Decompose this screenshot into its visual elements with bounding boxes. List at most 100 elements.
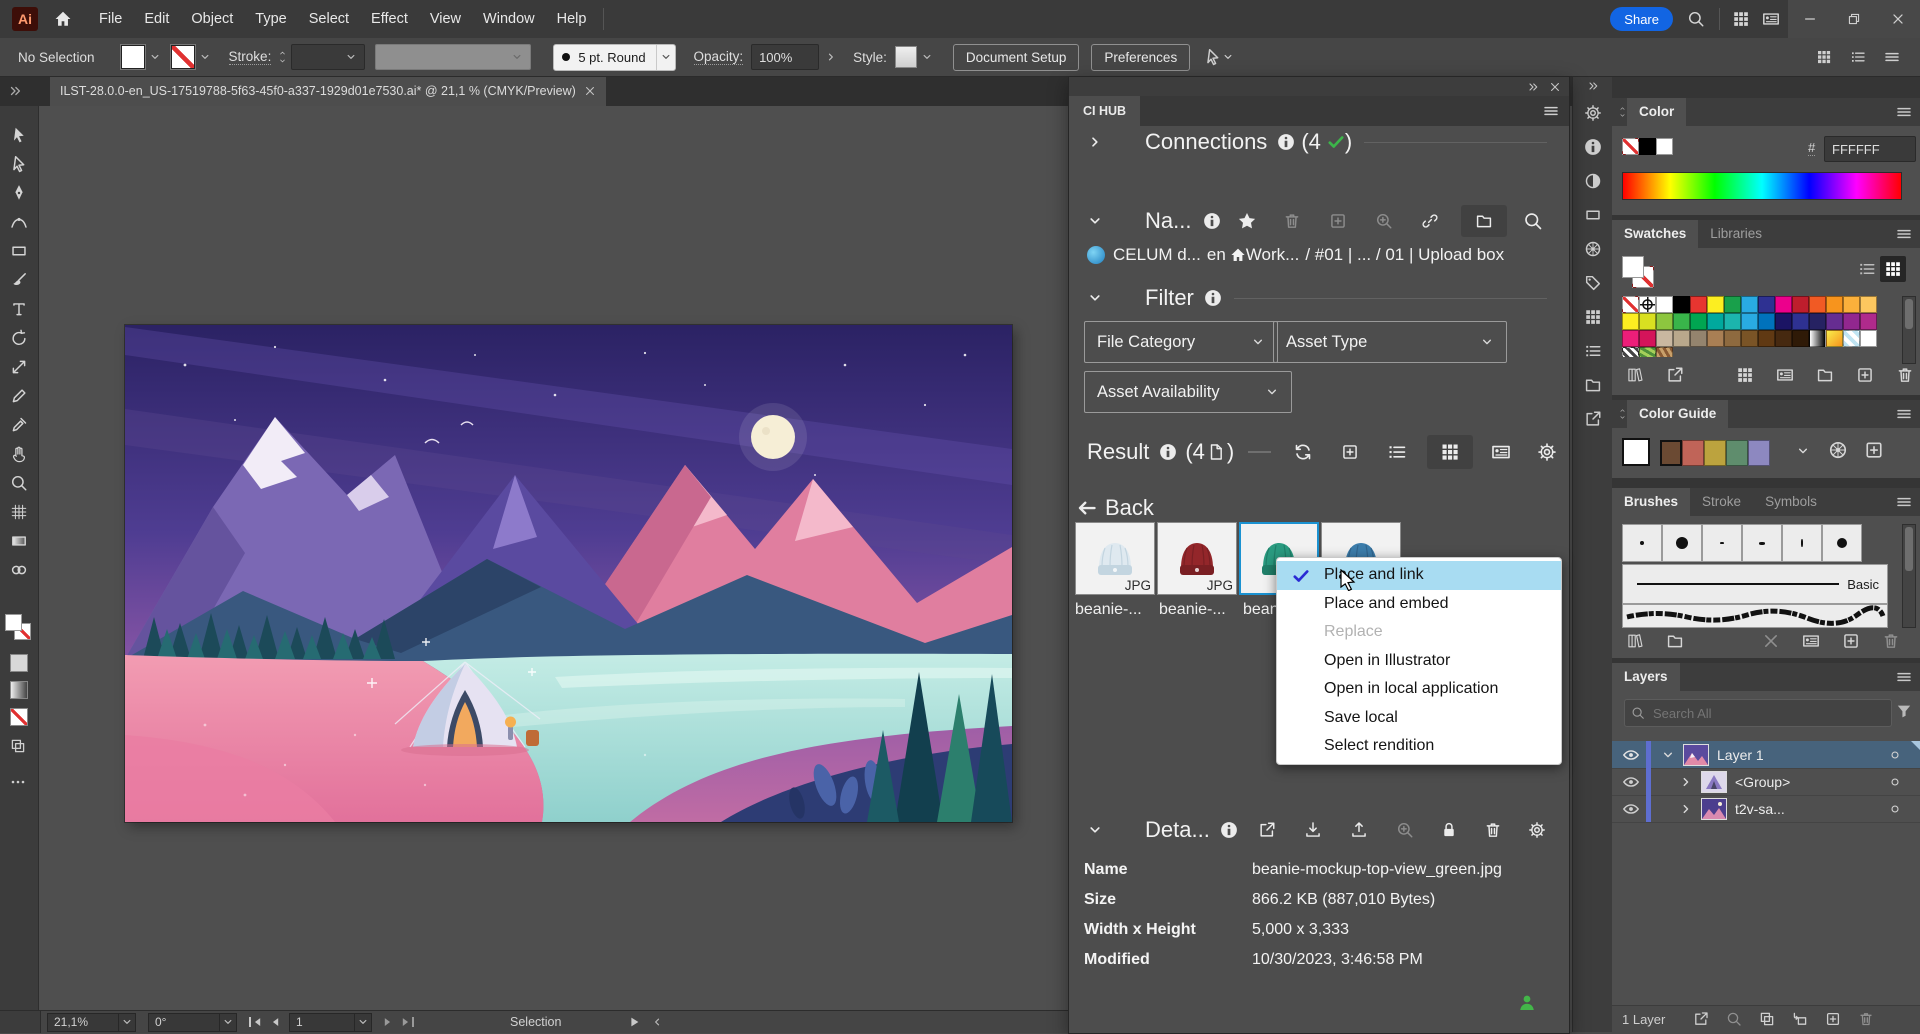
style-chevron-icon[interactable] <box>921 51 933 63</box>
download-icon[interactable] <box>1304 821 1322 839</box>
breadcrumb-root[interactable]: Work... <box>1246 245 1300 265</box>
menu-item[interactable]: Help <box>546 0 598 38</box>
placed-artwork[interactable] <box>125 325 1012 822</box>
basic-brush[interactable]: Basic <box>1622 564 1888 604</box>
brushes-panel-menu-icon[interactable] <box>1896 494 1912 510</box>
new-color-group-icon[interactable] <box>1816 366 1834 384</box>
swatch[interactable] <box>1656 330 1673 347</box>
export-panel-icon[interactable] <box>1573 402 1613 436</box>
plugin-gear-icon[interactable] <box>1573 96 1613 130</box>
asset-type-dropdown[interactable]: Asset Type <box>1273 321 1507 363</box>
tag-panel-icon[interactable] <box>1573 266 1613 300</box>
list-panel-icon[interactable] <box>1573 334 1613 368</box>
previous-artboard-button[interactable] <box>269 1015 283 1029</box>
swatch[interactable] <box>1826 296 1843 313</box>
swatch[interactable] <box>1707 313 1724 330</box>
paintbrush-tool[interactable] <box>0 265 38 294</box>
harmony-swatch[interactable] <box>1748 440 1770 466</box>
tab-symbols[interactable]: Symbols <box>1753 488 1829 516</box>
swatch[interactable] <box>1639 313 1656 330</box>
artboard-panel-icon[interactable] <box>1573 198 1613 232</box>
layer-name[interactable]: <Group> <box>1735 774 1790 790</box>
gradient-mode-button[interactable] <box>10 681 28 699</box>
brush-preset[interactable] <box>1782 524 1822 562</box>
selection-tool[interactable] <box>0 120 38 149</box>
brush-options-icon[interactable] <box>1802 632 1820 650</box>
fill-color-swatch[interactable] <box>121 45 145 69</box>
artboard-number-field[interactable]: 1 <box>289 1013 355 1032</box>
swatch[interactable] <box>1622 296 1639 313</box>
brush-chevron-icon[interactable] <box>656 45 675 70</box>
swatch[interactable] <box>1656 313 1673 330</box>
nav-title[interactable]: Na... <box>1145 208 1191 234</box>
swatch-themes-icon[interactable] <box>1666 366 1684 384</box>
stroke-weight-field[interactable] <box>291 44 365 70</box>
isolate-mode-dropdown[interactable] <box>1204 48 1234 66</box>
rotation-field[interactable]: 0° <box>148 1013 220 1032</box>
expand-chevron-icon[interactable] <box>1661 748 1675 762</box>
brushes-scrollbar[interactable] <box>1902 524 1916 628</box>
opacity-expand-icon[interactable] <box>825 51 837 63</box>
breadcrumb-connection[interactable]: CELUM d... <box>1113 245 1201 265</box>
color-mode-button[interactable] <box>10 654 28 672</box>
locate-object-icon[interactable] <box>1726 1011 1742 1027</box>
layer-name[interactable]: Layer 1 <box>1717 747 1764 763</box>
pen-tool[interactable] <box>0 178 38 207</box>
panel-menu-icon[interactable] <box>1884 49 1900 65</box>
menu-item[interactable]: Object <box>180 0 244 38</box>
breadcrumb-home-icon[interactable] <box>1230 247 1246 263</box>
status-play-icon[interactable] <box>627 1015 641 1029</box>
style-swatch[interactable] <box>895 46 917 68</box>
panel-collapse-icon[interactable] <box>1618 105 1627 119</box>
swatch-libraries-icon[interactable] <box>1626 366 1644 384</box>
layer-thumbnail[interactable] <box>1701 798 1727 820</box>
layer-row-t2v[interactable]: t2v-sa... <box>1612 795 1920 823</box>
zoom-chevron-icon[interactable] <box>119 1013 136 1032</box>
favorite-icon[interactable] <box>1237 211 1257 231</box>
swatch[interactable] <box>1690 330 1707 347</box>
swatch[interactable] <box>1792 296 1809 313</box>
window-restore-button[interactable] <box>1832 0 1876 38</box>
draw-mode-icon[interactable] <box>10 738 26 754</box>
stroke-color-swatch[interactable] <box>171 45 195 69</box>
swatch[interactable] <box>1707 296 1724 313</box>
save-group-icon[interactable] <box>1864 440 1884 460</box>
swatch[interactable] <box>1639 330 1656 347</box>
nav-collapse-icon[interactable] <box>1087 213 1103 229</box>
type-tool[interactable] <box>0 294 38 323</box>
window-close-button[interactable] <box>1876 0 1920 38</box>
make-mask-icon[interactable] <box>1759 1011 1775 1027</box>
blend-tool[interactable] <box>0 555 38 584</box>
swatch[interactable] <box>1758 313 1775 330</box>
swatch[interactable] <box>1775 296 1792 313</box>
context-menu-item[interactable]: Save local <box>1277 704 1561 733</box>
stroke-weight-label[interactable]: Stroke: <box>229 49 272 65</box>
filter-title[interactable]: Filter <box>1145 285 1194 311</box>
nav-info-icon[interactable] <box>1203 212 1221 230</box>
collapse-panel-icon[interactable] <box>1527 81 1539 93</box>
swatch-kinds-icon[interactable] <box>1736 366 1754 384</box>
panel-sliders-icon[interactable] <box>1850 49 1866 65</box>
curvature-tool[interactable] <box>0 207 38 236</box>
expand-panels-icon[interactable] <box>1573 76 1613 96</box>
preferences-button[interactable]: Preferences <box>1091 44 1190 71</box>
color-wheel-panel-icon[interactable] <box>1573 232 1613 266</box>
rectangle-tool[interactable] <box>0 236 38 265</box>
color-panel-menu-icon[interactable] <box>1896 104 1912 120</box>
details-delete-icon[interactable] <box>1484 821 1502 839</box>
menu-item[interactable]: Select <box>298 0 360 38</box>
swatch[interactable] <box>1690 313 1707 330</box>
opacity-label[interactable]: Opacity: <box>694 49 744 65</box>
breadcrumb-mid[interactable]: en <box>1207 245 1226 265</box>
browse-folder-icon[interactable] <box>1461 205 1507 237</box>
new-swatch-icon[interactable] <box>1856 366 1874 384</box>
menu-item[interactable]: File <box>88 0 133 38</box>
tab-stroke[interactable]: Stroke <box>1690 488 1753 516</box>
swatch[interactable] <box>1860 296 1877 313</box>
layer-row-layer1[interactable]: Layer 1 <box>1612 741 1920 769</box>
delete-swatch-icon[interactable] <box>1896 366 1914 384</box>
scale-tool[interactable] <box>0 352 38 381</box>
swatch[interactable] <box>1775 313 1792 330</box>
lock-icon[interactable] <box>1440 821 1458 839</box>
rotate-tool[interactable] <box>0 323 38 352</box>
